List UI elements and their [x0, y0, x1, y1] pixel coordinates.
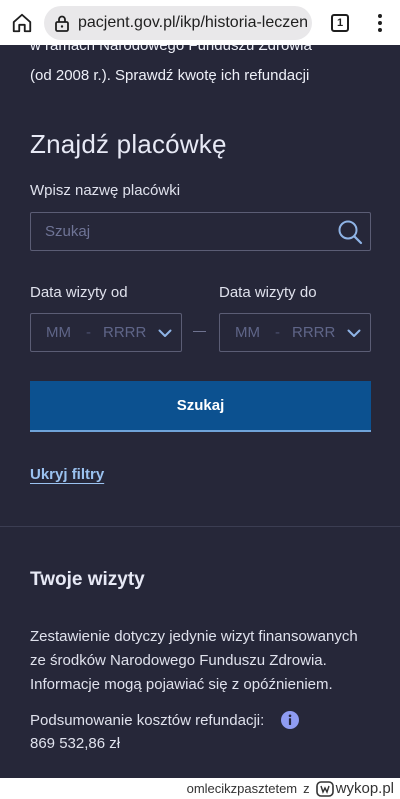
facility-search-input[interactable]	[31, 213, 330, 250]
visits-description-line-2: ze środków Narodowego Funduszu Zdrowia.	[30, 652, 327, 669]
facility-name-label: Wpisz nazwę placówki	[30, 182, 181, 199]
date-from-dash: -	[86, 324, 91, 341]
visits-description-line-1: Zestawienie dotyczy jedynie wizyt finans…	[30, 628, 358, 645]
chevron-down-icon	[347, 329, 361, 337]
date-range-separator	[193, 331, 206, 332]
section-divider	[0, 526, 400, 527]
tab-count: 1	[331, 13, 349, 32]
date-to-month: MM	[235, 324, 260, 341]
date-to-year: RRRR	[292, 324, 336, 341]
search-button[interactable]: Szukaj	[30, 381, 371, 432]
visits-description-line-3: Informacje mogą pojawiać się z opóźnieni…	[30, 676, 333, 693]
lock-icon	[55, 15, 69, 32]
date-from-month: MM	[46, 324, 71, 341]
wykop-logo: wykop.pl	[315, 780, 394, 797]
watermark-connector: z	[303, 781, 310, 796]
wykop-logo-icon	[315, 780, 334, 797]
home-button[interactable]	[0, 0, 44, 45]
address-bar[interactable]: pacjent.gov.pl/ikp/historia-leczen	[44, 5, 312, 40]
home-icon	[12, 13, 32, 32]
more-vertical-icon	[378, 13, 382, 32]
watermark-user: omlecikzpasztetem	[186, 781, 298, 796]
refund-summary-value: 869 532,86 zł	[30, 735, 121, 752]
tab-switcher-button[interactable]: 1	[320, 0, 360, 45]
date-from-label: Data wizyty od	[30, 284, 128, 301]
intro-line-2: (od 2008 r.). Sprawdź kwotę ich refundac…	[30, 67, 310, 84]
date-from-select[interactable]: MM - RRRR	[30, 313, 182, 352]
search-icon	[338, 220, 363, 244]
refund-summary-label: Podsumowanie kosztów refundacji:	[30, 712, 265, 729]
url-text: pacjent.gov.pl/ikp/historia-leczen	[78, 13, 309, 31]
browser-toolbar: pacjent.gov.pl/ikp/historia-leczen 1	[0, 0, 400, 45]
date-to-select[interactable]: MM - RRRR	[219, 313, 371, 352]
date-to-label: Data wizyty do	[219, 284, 317, 301]
browser-menu-button[interactable]	[360, 0, 400, 45]
chevron-down-icon	[158, 329, 172, 337]
your-visits-heading: Twoje wizyty	[30, 569, 145, 590]
date-from-year: RRRR	[103, 324, 147, 341]
info-icon[interactable]	[281, 711, 299, 729]
intro-line-1: w ramach Narodowego Funduszu Zdrowia	[30, 45, 312, 54]
search-submit[interactable]	[330, 213, 370, 250]
watermark-site: wykop.pl	[335, 780, 394, 797]
watermark-bar: omlecikzpasztetem z wykop.pl	[0, 778, 400, 799]
visits-description: Zestawienie dotyczy jedynie wizyt finans…	[30, 625, 380, 697]
find-facility-heading: Znajdź placówkę	[30, 129, 227, 159]
facility-search-field	[30, 212, 371, 251]
date-to-dash: -	[275, 324, 280, 341]
page-content: w ramach Narodowego Funduszu Zdrowia (od…	[0, 45, 400, 778]
hide-filters-link[interactable]: Ukryj filtry	[30, 466, 104, 483]
